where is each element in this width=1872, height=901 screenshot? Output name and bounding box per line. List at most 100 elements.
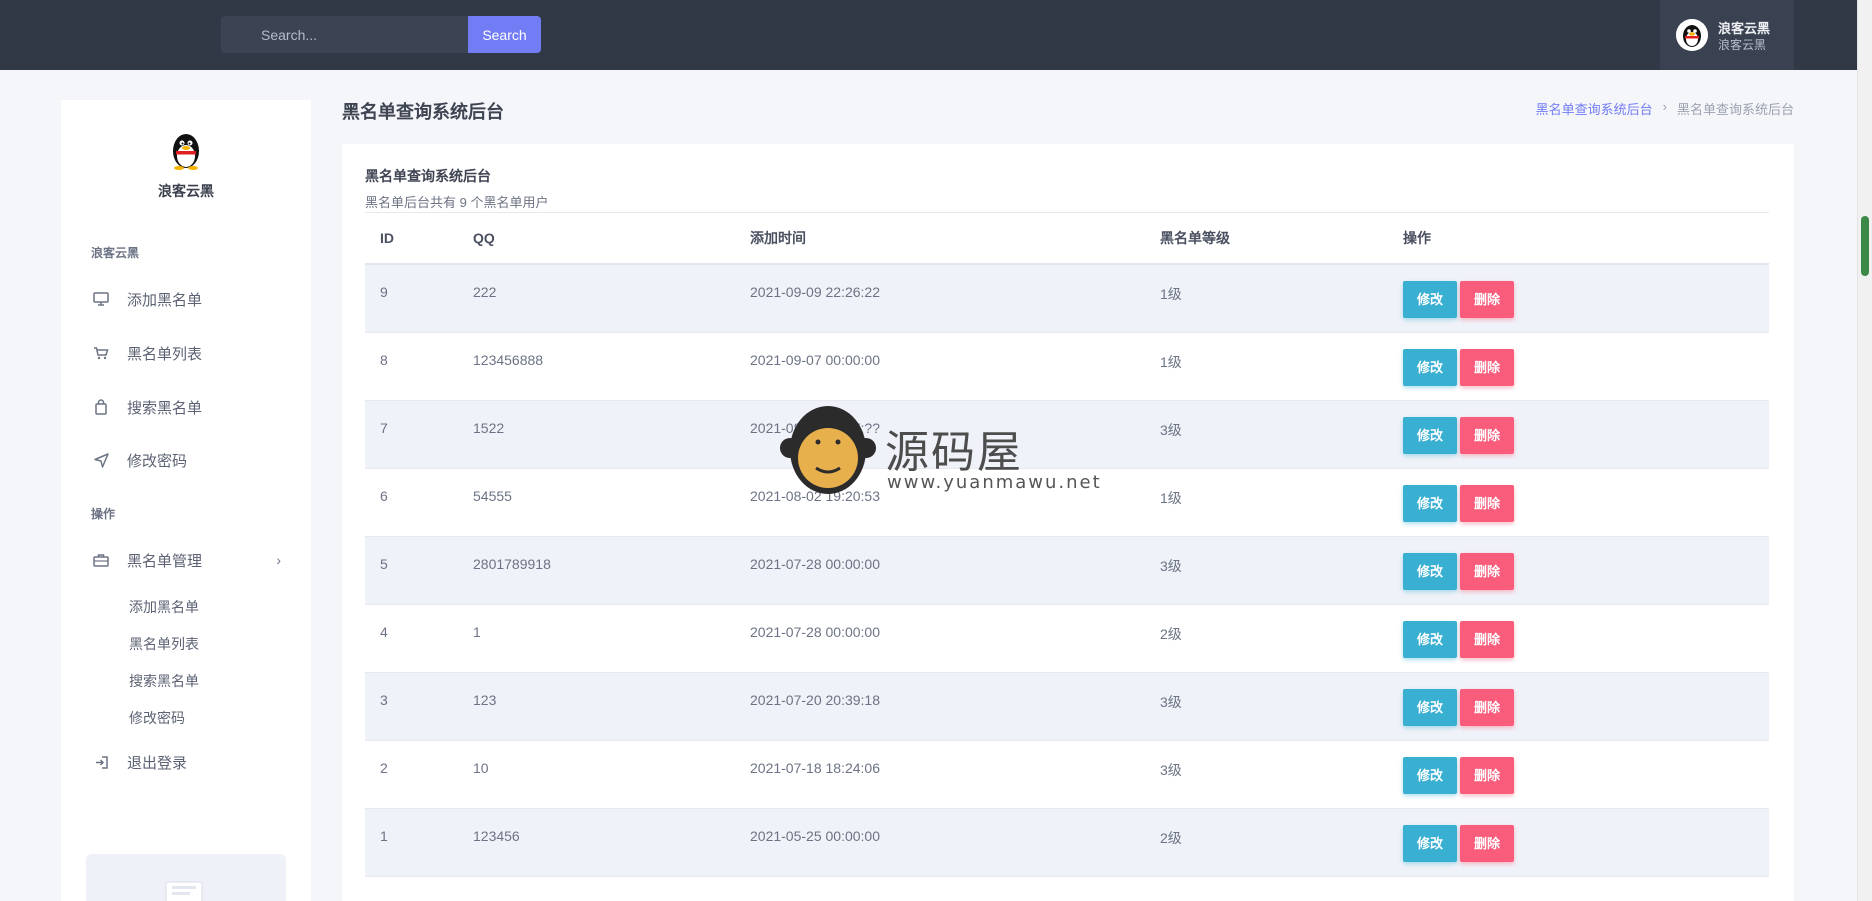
chevron-right-icon: ›	[276, 552, 281, 568]
cell-id: 2	[365, 740, 473, 809]
breadcrumb-link[interactable]: 黑名单查询系统后台	[1536, 99, 1653, 118]
cell-level: 1级	[1160, 264, 1403, 333]
cell-id: 5	[365, 536, 473, 605]
sidebar-item-label: 添加黑名单	[127, 291, 203, 309]
cell-id: 7	[365, 400, 473, 469]
cell-added-time: 2021-08-31 20:27:??	[750, 400, 1160, 469]
cell-qq: 2801789918	[473, 536, 750, 605]
sidebar-item-add-blacklist[interactable]: 添加黑名单	[91, 284, 291, 314]
blacklist-table: ID QQ 添加时间 黑名单等级 操作 9 222 2021-09-09 22:26…	[365, 213, 1769, 877]
top-bar: Search 浪客云黑 浪客云黑	[0, 0, 1872, 70]
edit-button[interactable]: 修改	[1403, 688, 1458, 726]
sidebar-item-label: 修改密码	[127, 452, 188, 470]
column-header-id: ID	[365, 213, 473, 265]
sidebar-subitem-blacklist-list[interactable]: 黑名单列表	[129, 634, 199, 654]
table-row: 3 123 2021-07-20 20:39:18 3级 修改 删除	[365, 672, 1769, 741]
sidebar-subitem-search-blacklist[interactable]: 搜索黑名单	[129, 671, 199, 691]
cell-added-time: 2021-07-20 20:39:18	[750, 672, 1160, 741]
table-row: 8 123456888 2021-09-07 00:00:00 1级 修改 删除	[365, 332, 1769, 401]
cell-level: 3级	[1160, 536, 1403, 605]
delete-button[interactable]: 删除	[1460, 348, 1515, 386]
table-row: 2 10 2021-07-18 18:24:06 3级 修改 删除	[365, 740, 1769, 809]
sidebar-subitem-change-password[interactable]: 修改密码	[129, 708, 185, 728]
cell-level: 3级	[1160, 672, 1403, 741]
table-row: 5 2801789918 2021-07-28 00:00:00 3级 修改 删除	[365, 536, 1769, 605]
sidebar-item-label: 退出登录	[127, 754, 188, 772]
blacklist-card: 黑名单查询系统后台 黑名单后台共有 9 个黑名单用户 ID QQ 添加时间 黑名…	[342, 144, 1794, 901]
column-header-qq: QQ	[473, 213, 750, 265]
cell-actions: 修改 删除	[1403, 332, 1769, 401]
bag-icon	[91, 397, 111, 417]
search-button[interactable]: Search	[468, 16, 541, 53]
cell-id: 6	[365, 468, 473, 537]
sidebar-item-logout[interactable]: 退出登录	[91, 747, 291, 777]
cell-qq: 222	[473, 264, 750, 333]
table-row: 4 1 2021-07-28 00:00:00 2级 修改 删除	[365, 604, 1769, 673]
cell-level: 1级	[1160, 468, 1403, 537]
delete-button[interactable]: 删除	[1460, 416, 1515, 454]
table-row: 9 222 2021-09-09 22:26:22 1级 修改 删除	[365, 264, 1769, 333]
page-scrollbar[interactable]	[1857, 0, 1872, 901]
card-subtitle: 黑名单后台共有 9 个黑名单用户	[365, 195, 549, 210]
table-row: 1 123456 2021-05-25 00:00:00 2级 修改 删除	[365, 808, 1769, 877]
cell-level: 1级	[1160, 332, 1403, 401]
cell-qq: 1522	[473, 400, 750, 469]
delete-button[interactable]: 删除	[1460, 552, 1515, 590]
cell-level: 2级	[1160, 808, 1403, 877]
sidebar-promo-card	[86, 854, 286, 901]
delete-button[interactable]: 删除	[1460, 620, 1515, 658]
cell-qq: 54555	[473, 468, 750, 537]
delete-button[interactable]: 删除	[1460, 688, 1515, 726]
search-input[interactable]	[221, 16, 468, 53]
cart-icon	[91, 343, 111, 363]
cell-added-time: 2021-08-02 19:20:53	[750, 468, 1160, 537]
column-header-added-time: 添加时间	[750, 213, 1160, 265]
sidebar-brand: 浪客云黑	[158, 183, 214, 199]
briefcase-icon	[91, 550, 111, 570]
edit-button[interactable]: 修改	[1403, 416, 1458, 454]
cell-id: 9	[365, 264, 473, 333]
sidebar-item-label: 黑名单列表	[127, 345, 203, 363]
cell-actions: 修改 删除	[1403, 536, 1769, 605]
delete-button[interactable]: 删除	[1460, 281, 1515, 318]
sidebar-subitem-add-blacklist[interactable]: 添加黑名单	[129, 597, 199, 617]
table-row: 6 54555 2021-08-02 19:20:53 1级 修改 删除	[365, 468, 1769, 537]
cell-actions: 修改 删除	[1403, 468, 1769, 537]
sidebar-item-change-password[interactable]: 修改密码	[91, 445, 291, 475]
edit-button[interactable]: 修改	[1403, 552, 1458, 590]
edit-button[interactable]: 修改	[1403, 484, 1458, 522]
delete-button[interactable]: 删除	[1460, 756, 1515, 794]
logout-icon	[91, 752, 111, 772]
edit-button[interactable]: 修改	[1403, 620, 1458, 658]
page-title: 黑名单查询系统后台	[342, 102, 504, 122]
cell-actions: 修改 删除	[1403, 604, 1769, 673]
sidebar-group-blacklist-management[interactable]: 黑名单管理 ›	[91, 545, 291, 575]
cell-qq: 123456	[473, 808, 750, 877]
edit-button[interactable]: 修改	[1403, 824, 1458, 862]
edit-button[interactable]: 修改	[1403, 348, 1458, 386]
table-row: 7 1522 2021-08-31 20:27:?? 3级 修改 删除	[365, 400, 1769, 469]
edit-button[interactable]: 修改	[1403, 281, 1458, 318]
delete-button[interactable]: 删除	[1460, 824, 1515, 862]
user-menu[interactable]: 浪客云黑 浪客云黑	[1660, 0, 1794, 70]
edit-button[interactable]: 修改	[1403, 756, 1458, 794]
scrollbar-thumb[interactable]	[1861, 216, 1869, 276]
cell-id: 3	[365, 672, 473, 741]
breadcrumb: 黑名单查询系统后台 › 黑名单查询系统后台	[1536, 99, 1794, 118]
column-header-level: 黑名单等级	[1160, 213, 1403, 265]
monitor-icon	[91, 289, 111, 309]
user-name: 浪客云黑	[1718, 21, 1771, 36]
sidebar-item-search-blacklist[interactable]: 搜索黑名单	[91, 392, 291, 422]
sidebar-item-blacklist-list[interactable]: 黑名单列表	[91, 338, 291, 368]
cell-actions: 修改 删除	[1403, 264, 1769, 333]
cell-id: 8	[365, 332, 473, 401]
column-header-actions: 操作	[1403, 213, 1769, 265]
delete-button[interactable]: 删除	[1460, 484, 1515, 522]
qq-penguin-logo	[169, 130, 203, 170]
cell-level: 2级	[1160, 604, 1403, 673]
cell-id: 1	[365, 808, 473, 877]
cell-added-time: 2021-05-25 00:00:00	[750, 808, 1160, 877]
sidebar-item-label: 搜索黑名单	[127, 399, 203, 417]
cell-qq: 123	[473, 672, 750, 741]
cell-qq: 123456888	[473, 332, 750, 401]
